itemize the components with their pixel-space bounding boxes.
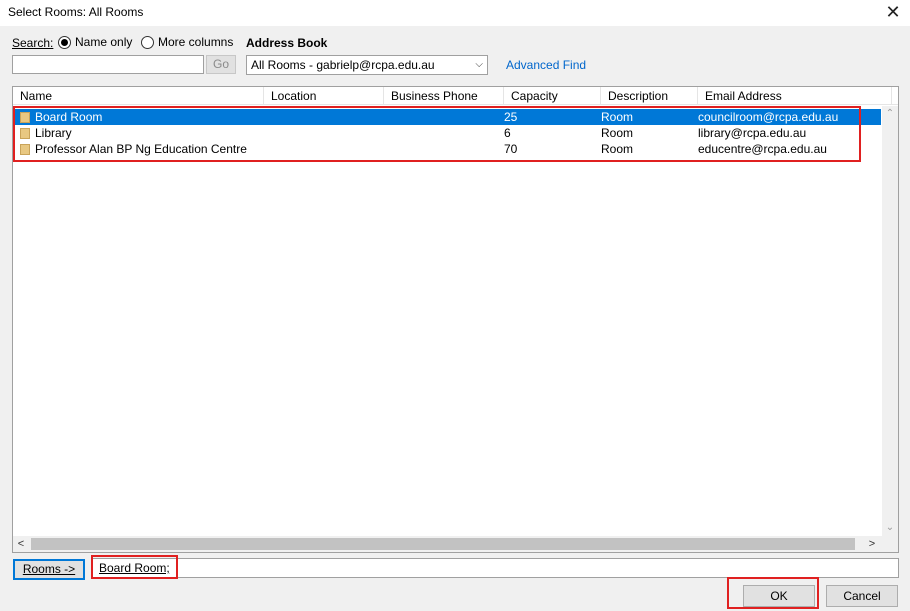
row-capacity: 6: [504, 126, 511, 140]
row-email: councilroom@rcpa.edu.au: [698, 110, 839, 124]
table-row[interactable]: Board Room 25 Room councilroom@rcpa.edu.…: [15, 109, 881, 125]
table-row[interactable]: Library 6 Room library@rcpa.edu.au: [15, 125, 881, 141]
cancel-button[interactable]: Cancel: [826, 585, 898, 607]
ok-button[interactable]: OK: [743, 585, 815, 607]
radio-name-only[interactable]: Name only: [58, 35, 132, 49]
row-name: Board Room: [35, 110, 103, 124]
scroll-down-icon[interactable]: ⌄: [882, 520, 898, 536]
room-icon: [20, 128, 30, 139]
column-header-row: Name Location Business Phone Capacity De…: [13, 87, 898, 105]
column-header-capacity[interactable]: Capacity: [504, 87, 601, 105]
room-icon: [20, 112, 30, 123]
row-capacity: 25: [504, 110, 518, 124]
window-title: Select Rooms: All Rooms: [8, 5, 144, 19]
address-book-value: All Rooms - gabrielp@rcpa.edu.au: [251, 58, 435, 72]
row-email: library@rcpa.edu.au: [698, 126, 807, 140]
rooms-list[interactable]: Name Location Business Phone Capacity De…: [12, 86, 899, 553]
row-description: Room: [601, 126, 634, 140]
horizontal-scroll-thumb[interactable]: [31, 538, 855, 550]
close-icon[interactable]: ✕: [882, 2, 904, 24]
address-book-label: Address Book: [246, 36, 328, 50]
column-header-business-phone[interactable]: Business Phone: [384, 87, 504, 105]
search-input[interactable]: [12, 55, 204, 74]
row-name: Library: [35, 126, 72, 140]
row-description: Room: [601, 110, 634, 124]
vertical-scrollbar[interactable]: ⌃ ⌄: [882, 106, 898, 536]
scroll-left-icon[interactable]: <: [13, 536, 29, 552]
radio-name-only-label: Name only: [75, 35, 133, 49]
rooms-field-value: Board Room;: [99, 561, 170, 575]
row-description: Room: [601, 142, 634, 156]
row-email: educentre@rcpa.edu.au: [698, 142, 827, 156]
column-header-location[interactable]: Location: [264, 87, 384, 105]
column-header-email[interactable]: Email Address: [698, 87, 892, 105]
scroll-up-icon[interactable]: ⌃: [882, 106, 898, 122]
go-button[interactable]: Go: [206, 55, 236, 74]
scroll-right-icon[interactable]: >: [864, 536, 880, 552]
title-bar: Select Rooms: All Rooms ✕: [0, 0, 910, 26]
address-book-dropdown[interactable]: All Rooms - gabrielp@rcpa.edu.au ⌵: [246, 55, 488, 75]
search-label: Search:: [12, 36, 54, 50]
row-name: Professor Alan BP Ng Education Centre: [35, 142, 247, 156]
column-header-description[interactable]: Description: [601, 87, 698, 105]
radio-unselected-icon: [141, 35, 154, 49]
rooms-field[interactable]: Board Room;: [92, 558, 899, 578]
column-header-name[interactable]: Name: [13, 87, 264, 105]
room-icon: [20, 144, 30, 155]
rooms-button[interactable]: Rooms ->: [13, 559, 85, 580]
radio-more-columns[interactable]: More columns: [141, 35, 233, 49]
horizontal-scrollbar[interactable]: < >: [13, 536, 898, 552]
radio-selected-icon: [58, 35, 71, 49]
radio-more-columns-label: More columns: [158, 35, 234, 49]
chevron-down-icon: ⌵: [475, 59, 483, 70]
table-row[interactable]: Professor Alan BP Ng Education Centre 70…: [15, 141, 881, 157]
advanced-find-link[interactable]: Advanced Find: [506, 58, 586, 72]
row-capacity: 70: [504, 142, 518, 156]
